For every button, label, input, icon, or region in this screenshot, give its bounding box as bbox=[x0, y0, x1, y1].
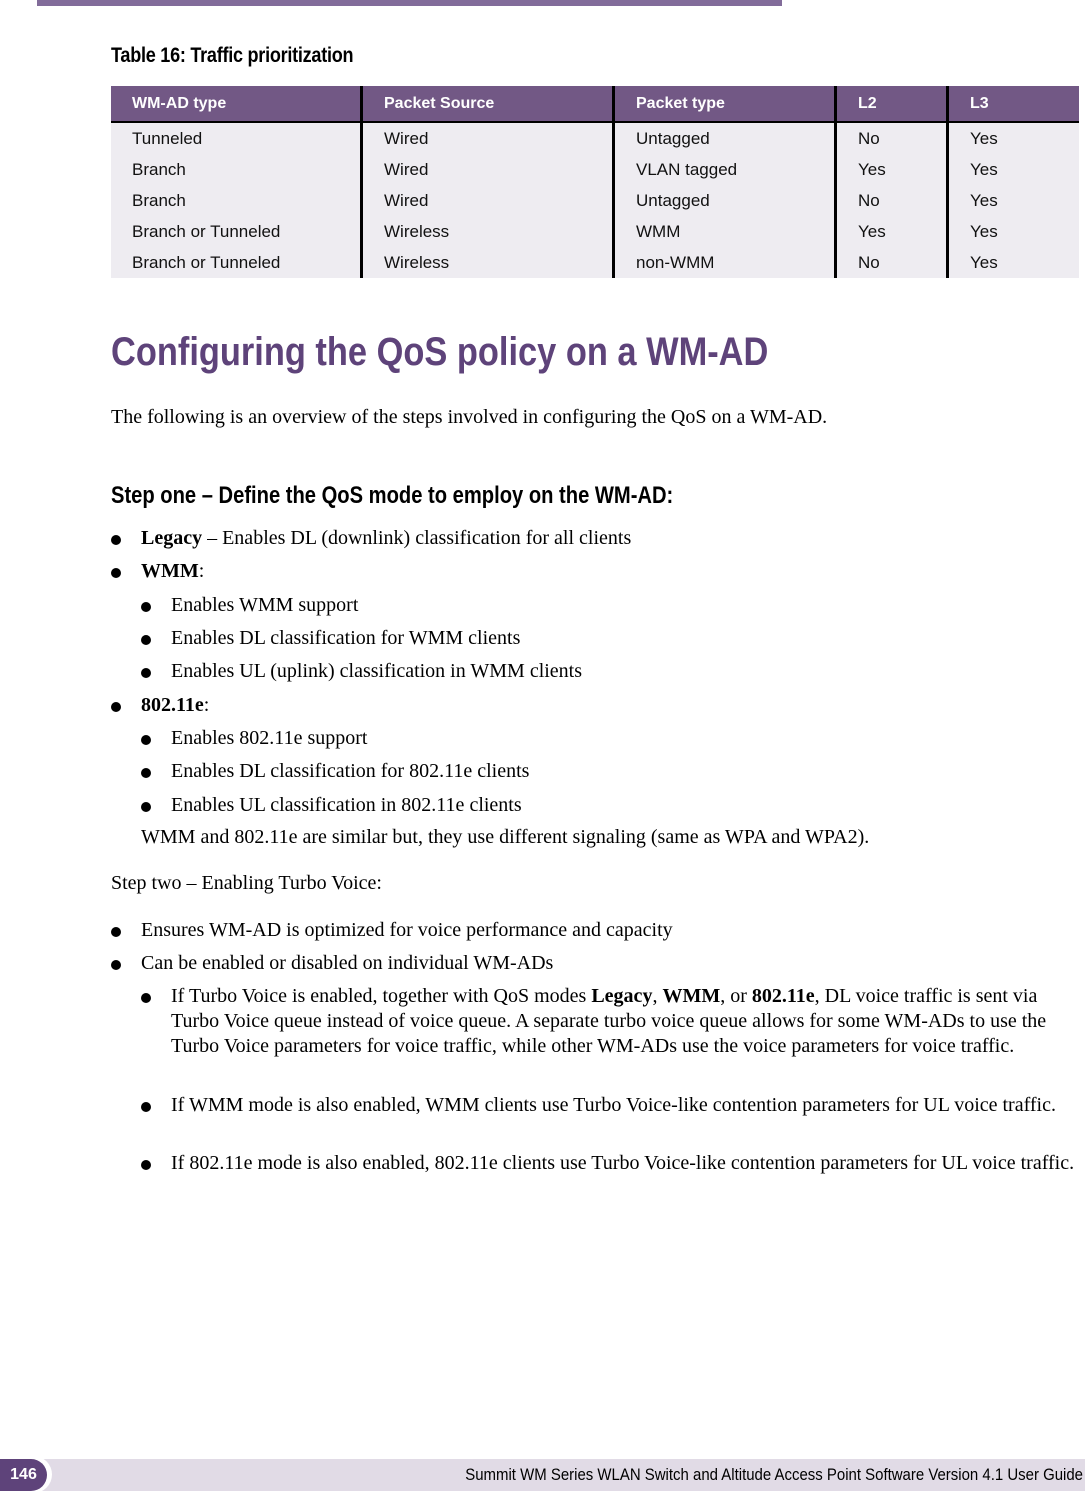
table-cell: Branch bbox=[111, 154, 362, 185]
list-item: Ensures WM-AD is optimized for voice per… bbox=[111, 918, 673, 943]
term-80211e: 802.11e bbox=[751, 985, 815, 1007]
step-two-heading: Step two – Enabling Turbo Voice: bbox=[111, 872, 382, 894]
bullet-icon bbox=[111, 702, 121, 712]
list-item-text: Enables DL classification for WMM client… bbox=[171, 627, 521, 649]
list-item: Can be enabled or disabled on individual… bbox=[111, 951, 554, 976]
column-header: Packet Source bbox=[360, 86, 614, 123]
list-item-text: Enables 802.11e support bbox=[171, 727, 368, 749]
list-item: Enables UL (uplink) classification in WM… bbox=[141, 659, 583, 684]
bullet-icon bbox=[141, 635, 151, 645]
bullet-icon bbox=[141, 602, 151, 612]
header-rule bbox=[37, 0, 782, 6]
table-row: Tunneled Wired Untagged No Yes bbox=[111, 122, 1079, 154]
colon: : bbox=[198, 560, 205, 582]
list-item-text: Enables WMM support bbox=[171, 594, 359, 616]
list-item: Enables WMM support bbox=[141, 593, 359, 618]
table-cell: No bbox=[834, 185, 948, 216]
table-cell: Branch or Tunneled bbox=[111, 247, 362, 278]
list-item: Enables UL classification in 802.11e cli… bbox=[141, 793, 522, 818]
bullet-icon bbox=[141, 1160, 151, 1170]
term-legacy: Legacy bbox=[141, 527, 203, 549]
bullet-icon bbox=[111, 960, 121, 970]
footer-guide-title: Summit WM Series WLAN Switch and Altitud… bbox=[465, 1465, 1083, 1484]
table-row: Branch or Tunneled Wireless non-WMM No Y… bbox=[111, 247, 1079, 278]
bullet-icon bbox=[111, 568, 121, 578]
list-item-text: If 802.11e mode is also enabled, 802.11e… bbox=[171, 1152, 1075, 1174]
bullet-icon bbox=[111, 927, 121, 937]
list-item-text: Enables UL (uplink) classification in WM… bbox=[171, 660, 583, 682]
list-item: If Turbo Voice is enabled, together with… bbox=[141, 984, 1083, 1059]
table-cell: Untagged bbox=[612, 185, 836, 216]
step-one-heading: Step one – Define the QoS mode to employ… bbox=[111, 482, 674, 509]
text: , bbox=[652, 985, 663, 1007]
table-cell: Yes bbox=[834, 154, 948, 185]
term-80211e: 802.11e bbox=[141, 694, 204, 716]
table-row: Branch Wired VLAN tagged Yes Yes bbox=[111, 154, 1079, 185]
term-wmm: WMM bbox=[141, 560, 199, 582]
list-item-text: Can be enabled or disabled on individual… bbox=[141, 952, 554, 974]
table-cell: non-WMM bbox=[612, 247, 836, 278]
table-cell: Tunneled bbox=[111, 122, 362, 154]
bullet-icon bbox=[141, 993, 151, 1003]
column-header: WM-AD type bbox=[111, 86, 362, 123]
bullet-icon bbox=[141, 1102, 151, 1112]
table-cell: Yes bbox=[946, 185, 1079, 216]
table-cell: Branch or Tunneled bbox=[111, 216, 362, 247]
list-item: Enables 802.11e support bbox=[141, 726, 368, 751]
column-header: L3 bbox=[946, 86, 1079, 123]
list-item-text: Enables UL classification in 802.11e cli… bbox=[171, 794, 522, 816]
table-cell: No bbox=[834, 247, 948, 278]
intro-paragraph: The following is an overview of the step… bbox=[111, 406, 828, 428]
bullet-icon bbox=[141, 735, 151, 745]
list-item-text: Enables DL classification for 802.11e cl… bbox=[171, 760, 530, 782]
table-cell: VLAN tagged bbox=[612, 154, 836, 185]
column-header: Packet type bbox=[612, 86, 836, 123]
bullet-wmm: WMM: bbox=[111, 559, 205, 584]
section-title: Configuring the QoS policy on a WM-AD bbox=[111, 330, 769, 374]
table-row: Branch or Tunneled Wireless WMM Yes Yes bbox=[111, 216, 1079, 247]
traffic-prioritization-table: WM-AD type Packet Source Packet type L2 … bbox=[111, 86, 1079, 278]
table-cell: Yes bbox=[946, 247, 1079, 278]
table-header-row: WM-AD type Packet Source Packet type L2 … bbox=[111, 86, 1079, 123]
bullet-icon bbox=[141, 802, 151, 812]
list-item: Enables DL classification for 802.11e cl… bbox=[141, 759, 530, 784]
table-cell: Wireless bbox=[360, 247, 614, 278]
text: If Turbo Voice is enabled, together with… bbox=[171, 985, 592, 1007]
bullet-legacy: Legacy – Enables DL (downlink) classific… bbox=[111, 526, 632, 551]
table-cell: Yes bbox=[946, 216, 1079, 247]
table-cell: Yes bbox=[834, 216, 948, 247]
table-cell: Yes bbox=[946, 154, 1079, 185]
list-item: If 802.11e mode is also enabled, 802.11e… bbox=[141, 1151, 1083, 1176]
list-item: If WMM mode is also enabled, WMM clients… bbox=[141, 1093, 1083, 1118]
bullet-icon bbox=[111, 535, 121, 545]
term-wmm: WMM bbox=[662, 985, 721, 1007]
page-number: 146 bbox=[0, 1459, 47, 1491]
table-cell: Wired bbox=[360, 185, 614, 216]
list-item-text: If WMM mode is also enabled, WMM clients… bbox=[171, 1094, 1056, 1116]
list-item-text: Ensures WM-AD is optimized for voice per… bbox=[141, 919, 673, 941]
table-cell: Wireless bbox=[360, 216, 614, 247]
bullet-80211e: 802.11e: bbox=[111, 693, 210, 718]
legacy-text: – Enables DL (downlink) classification f… bbox=[202, 527, 632, 549]
note-paragraph: WMM and 802.11e are similar but, they us… bbox=[141, 826, 870, 848]
colon: : bbox=[203, 694, 210, 716]
table-cell: Branch bbox=[111, 185, 362, 216]
text: , or bbox=[720, 985, 752, 1007]
table-cell: Untagged bbox=[612, 122, 836, 154]
table-caption: Table 16: Traffic prioritization bbox=[111, 44, 354, 67]
table-cell: Yes bbox=[946, 122, 1079, 154]
bullet-icon bbox=[141, 668, 151, 678]
table-cell: WMM bbox=[612, 216, 836, 247]
bullet-icon bbox=[141, 768, 151, 778]
table-cell: No bbox=[834, 122, 948, 154]
table-row: Branch Wired Untagged No Yes bbox=[111, 185, 1079, 216]
list-item: Enables DL classification for WMM client… bbox=[141, 626, 521, 651]
table-cell: Wired bbox=[360, 122, 614, 154]
term-legacy: Legacy bbox=[591, 985, 653, 1007]
table-cell: Wired bbox=[360, 154, 614, 185]
column-header: L2 bbox=[834, 86, 948, 123]
